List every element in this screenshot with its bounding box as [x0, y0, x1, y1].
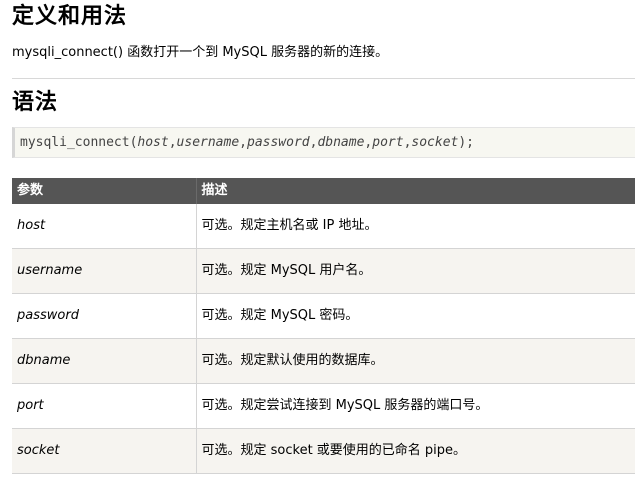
- code-separator: ,: [239, 135, 247, 150]
- table-row: username 可选。规定 MySQL 用户名。: [12, 248, 635, 294]
- param-description: 可选。规定主机名或 IP 地址。: [196, 204, 635, 249]
- code-param-dbname: dbname: [317, 135, 365, 150]
- param-name: password: [12, 293, 197, 339]
- header-description: 描述: [196, 178, 635, 204]
- definition-heading: 定义和用法: [12, 4, 128, 29]
- header-param: 参数: [12, 178, 197, 204]
- param-description: 可选。规定 MySQL 密码。: [196, 293, 635, 339]
- code-param-socket: socket: [411, 135, 459, 150]
- table-row: socket 可选。规定 socket 或要使用的已命名 pipe。: [12, 428, 635, 474]
- document-page: 定义和用法 mysqli_connect() 函数打开一个到 MySQL 服务器…: [0, 0, 635, 481]
- table-row: dbname 可选。规定默认使用的数据库。: [12, 338, 635, 384]
- param-description: 可选。规定 MySQL 用户名。: [196, 248, 635, 294]
- parameters-table: 参数 描述 host 可选。规定主机名或 IP 地址。 username 可选。…: [12, 178, 635, 474]
- param-description: 可选。规定 socket 或要使用的已命名 pipe。: [196, 428, 635, 474]
- param-name: host: [12, 204, 197, 249]
- code-param-username: username: [176, 135, 240, 150]
- table-row: host 可选。规定主机名或 IP 地址。: [12, 204, 635, 249]
- syntax-code-line: mysqli_connect(host,username,password,db…: [20, 135, 474, 151]
- table-row: port 可选。规定尝试连接到 MySQL 服务器的端口号。: [12, 383, 635, 429]
- definition-text: mysqli_connect() 函数打开一个到 MySQL 服务器的新的连接。: [12, 45, 389, 60]
- param-name: port: [12, 383, 197, 429]
- code-separator: ,: [168, 135, 177, 150]
- code-end: );: [458, 135, 475, 150]
- code-param-port: port: [372, 135, 404, 150]
- table-header-row: 参数 描述: [12, 178, 635, 204]
- param-name: socket: [12, 428, 197, 474]
- table-row: password 可选。规定 MySQL 密码。: [12, 293, 635, 339]
- code-param-password: password: [247, 135, 310, 150]
- param-description: 可选。规定默认使用的数据库。: [196, 338, 635, 384]
- param-name: username: [12, 248, 197, 294]
- syntax-code-block: mysqli_connect(host,username,password,db…: [12, 127, 635, 158]
- section-divider: [12, 78, 635, 79]
- param-name: dbname: [12, 338, 197, 384]
- param-description: 可选。规定尝试连接到 MySQL 服务器的端口号。: [196, 383, 635, 429]
- syntax-heading: 语法: [12, 90, 59, 115]
- code-param-host: host: [137, 135, 169, 150]
- code-function: mysqli_connect(: [20, 135, 138, 150]
